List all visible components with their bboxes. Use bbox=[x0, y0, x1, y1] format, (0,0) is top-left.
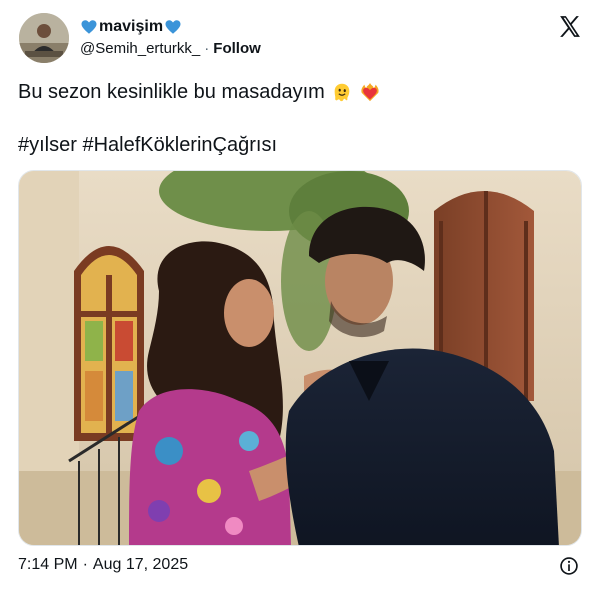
blue-heart-icon bbox=[81, 20, 97, 34]
tweet-text: Bu sezon kesinlikle bu masadayım bbox=[18, 81, 325, 103]
tweet-timestamp[interactable]: 7:14 PM · Aug 17, 2025 bbox=[18, 556, 188, 574]
tweet-photo[interactable] bbox=[18, 170, 582, 546]
hashtag-link[interactable]: #yılser bbox=[18, 134, 77, 156]
blue-heart-icon bbox=[165, 20, 181, 34]
handle-row: @Semih_erturkk_ · Follow bbox=[80, 40, 261, 57]
tweet-text-line: Bu sezon kesinlikle bu masadayım bbox=[18, 80, 381, 104]
hashtag-line: #yılser #HalefKöklerinÇağrısı bbox=[18, 133, 277, 157]
separator-dot: · bbox=[204, 40, 210, 57]
display-name[interactable]: mavişim bbox=[99, 18, 163, 36]
melting-face-emoji bbox=[334, 83, 350, 102]
user-handle[interactable]: @Semih_erturkk_ bbox=[80, 40, 200, 57]
tweet-card: mavişim @Semih_erturkk_ · Follow Bu sezo… bbox=[0, 0, 600, 596]
tweet-date: Aug 17, 2025 bbox=[92, 556, 189, 573]
hashtag-link[interactable]: #HalefKöklerinÇağrısı bbox=[82, 134, 277, 156]
heart-on-fire-emoji bbox=[361, 82, 379, 102]
photo-illustration bbox=[19, 171, 581, 545]
separator-dot: · bbox=[82, 556, 88, 573]
tweet-time: 7:14 PM bbox=[18, 556, 78, 573]
info-icon[interactable] bbox=[559, 556, 579, 576]
follow-button[interactable]: Follow bbox=[213, 40, 261, 57]
user-name-row[interactable]: mavişim bbox=[80, 16, 182, 38]
x-logo-icon[interactable] bbox=[557, 14, 582, 39]
avatar[interactable] bbox=[19, 13, 69, 63]
